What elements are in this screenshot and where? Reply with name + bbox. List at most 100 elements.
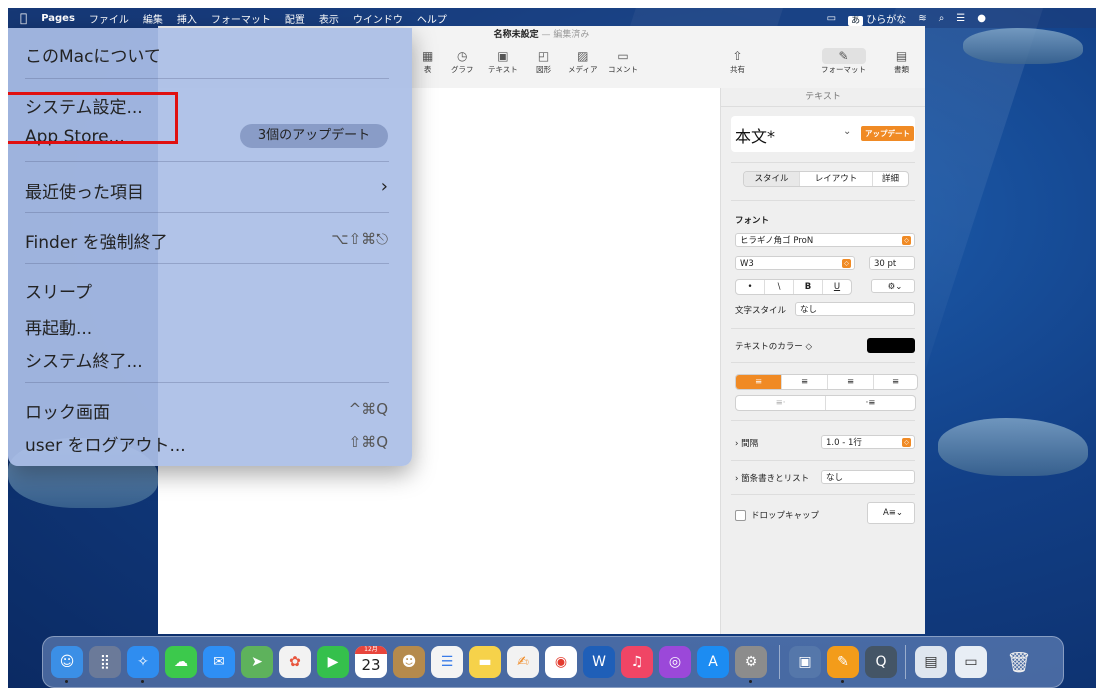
toolbar-document-button[interactable]: ▤ 書類 (894, 48, 909, 75)
font-size-value: 30 pt (874, 259, 897, 269)
safari-icon[interactable]: ✧ (127, 646, 159, 678)
contacts-icon[interactable]: ☻ (393, 646, 425, 678)
toolbar-share-button[interactable]: ⇧ 共有 (730, 48, 745, 75)
apple-icon[interactable]:  (20, 11, 27, 25)
align-justify-button[interactable]: ≡ (874, 375, 917, 389)
music-icon[interactable]: ♫ (621, 646, 653, 678)
indent-buttons: ≡· ·≡ (735, 395, 916, 411)
downloads-folder-icon[interactable]: ▤ (915, 646, 947, 678)
italic-button[interactable]: \ (765, 280, 794, 294)
menu-item-about-mac[interactable]: このMacについて (25, 42, 161, 67)
spacing-label: 間隔 (741, 439, 759, 449)
menu-item-recent-items[interactable]: 最近使った項目 (25, 178, 144, 203)
toolbar-label: 図形 (536, 65, 551, 74)
menu-app-pages[interactable]: Pages (41, 13, 75, 24)
ime-badge[interactable]: あ (848, 15, 864, 26)
calendar-day: 23 (361, 656, 381, 674)
text-color-well[interactable] (867, 338, 915, 353)
notes-icon[interactable]: ▬ (469, 646, 501, 678)
dropcap-style-select[interactable]: A≡⌄ (867, 502, 915, 524)
dropcap-icon: A≡⌄ (882, 508, 904, 518)
toolbar-format-button[interactable]: ✎ フォーマット (821, 48, 866, 75)
font-size-field[interactable]: 30 pt (869, 256, 915, 270)
font-name-select[interactable]: ヒラギノ角ゴ ProN ◇ (735, 233, 915, 247)
text-options-button[interactable]: ⚙⌄ (871, 279, 915, 293)
menu-arrange[interactable]: 配置 (285, 11, 305, 26)
underline-button[interactable]: U (823, 280, 851, 294)
photos-icon[interactable]: ✿ (279, 646, 311, 678)
font-weight-select[interactable]: W3 ◇ (735, 256, 855, 270)
bullet-button[interactable]: • (736, 280, 765, 294)
control-center-icon[interactable]: ☰ (956, 13, 965, 24)
messages-icon[interactable]: ☁ (165, 646, 197, 678)
freeform-icon[interactable]: ✍ (507, 646, 539, 678)
paragraph-style-selector[interactable]: 本文* ⌄ アップデート (731, 116, 915, 152)
toolbar-media-button[interactable]: ▨ メディア (568, 48, 597, 75)
toolbar-shape-button[interactable]: ◰ 図形 (536, 48, 551, 75)
quicktime-icon[interactable]: Q (865, 646, 897, 678)
menu-item-lock-screen[interactable]: ロック画面 (25, 398, 110, 423)
menu-item-log-out[interactable]: user をログアウト... (25, 431, 186, 456)
toolbar-table-button[interactable]: ▦ 表 (422, 48, 433, 75)
tab-style[interactable]: スタイル (744, 172, 800, 186)
update-style-button[interactable]: アップデート (861, 126, 914, 141)
mail-icon[interactable]: ✉ (203, 646, 235, 678)
search-icon[interactable]: ⌕ (939, 13, 945, 24)
menu-item-restart[interactable]: 再起動... (25, 314, 92, 339)
calendar-icon[interactable]: 12月 23 (355, 646, 387, 678)
increase-indent-button[interactable]: ·≡ (826, 396, 915, 410)
updates-badge: 3個のアップデート (240, 124, 388, 148)
menu-item-force-quit[interactable]: Finder を強制終了 (25, 228, 168, 253)
menu-window[interactable]: ウインドウ (353, 11, 403, 26)
align-left-button[interactable]: ≡ (736, 375, 782, 389)
app-store-icon[interactable]: A (697, 646, 729, 678)
dolphin-image (938, 418, 1088, 476)
bold-button[interactable]: B (794, 280, 823, 294)
tab-layout[interactable]: レイアウト (800, 172, 873, 186)
menu-insert[interactable]: 挿入 (177, 11, 197, 26)
trash-icon[interactable]: 🗑 (1003, 646, 1035, 678)
spacing-value: 1.0 - 1行 (826, 438, 862, 448)
facetime-icon[interactable]: ▶ (317, 646, 349, 678)
pages-icon[interactable]: ✎ (827, 646, 859, 678)
menu-file[interactable]: ファイル (89, 11, 129, 26)
menu-edit[interactable]: 編集 (143, 11, 163, 26)
menu-help[interactable]: ヘルプ (417, 11, 447, 26)
ime-label[interactable]: ひらがな (866, 15, 906, 26)
list-select[interactable]: なし (821, 470, 915, 484)
wifi-icon[interactable]: ≋ (918, 13, 926, 24)
menu-item-sleep[interactable]: スリープ (25, 278, 92, 303)
spacing-select[interactable]: 1.0 - 1行 ◇ (821, 435, 915, 449)
chrome-icon[interactable]: ◉ (545, 646, 577, 678)
siri-icon[interactable]: ● (977, 13, 986, 24)
preview-icon[interactable]: ▣ (789, 646, 821, 678)
divider (731, 420, 915, 421)
updown-icon: ◇ (842, 259, 851, 268)
dropcap-checkbox[interactable] (735, 510, 746, 521)
align-center-button[interactable]: ≡ (782, 375, 828, 389)
battery-icon[interactable]: ▭ (827, 13, 836, 24)
toolbar-chart-button[interactable]: ◷ グラフ (451, 48, 474, 75)
toolbar-text-button[interactable]: ▣ テキスト (488, 48, 518, 75)
menu-format[interactable]: フォーマット (211, 11, 271, 26)
launchpad-icon[interactable]: ⣿ (89, 646, 121, 678)
toolbar-comment-button[interactable]: ▭ コメント (608, 48, 638, 75)
text-style-select[interactable]: なし (795, 302, 915, 316)
system-settings-icon[interactable]: ⚙ (735, 646, 767, 678)
podcasts-icon[interactable]: ◎ (659, 646, 691, 678)
maps-icon[interactable]: ➤ (241, 646, 273, 678)
menu-view[interactable]: 表示 (319, 11, 339, 26)
word-icon[interactable]: W (583, 646, 615, 678)
finder-icon[interactable]: ☺ (51, 646, 83, 678)
decrease-indent-button[interactable]: ≡· (736, 396, 826, 410)
list-disclosure[interactable]: › 箇条書きとリスト (735, 472, 809, 484)
tab-more[interactable]: 詳細 (873, 172, 908, 186)
align-right-button[interactable]: ≡ (828, 375, 874, 389)
toolbar-label: グラフ (451, 65, 474, 74)
list-label: 箇条書きとリスト (741, 474, 810, 484)
document-stack-icon[interactable]: ▭ (955, 646, 987, 678)
spacing-disclosure[interactable]: › 間隔 (735, 437, 758, 449)
menu-item-shut-down[interactable]: システム終了... (25, 347, 143, 372)
reminders-icon[interactable]: ☰ (431, 646, 463, 678)
divider (731, 200, 915, 201)
